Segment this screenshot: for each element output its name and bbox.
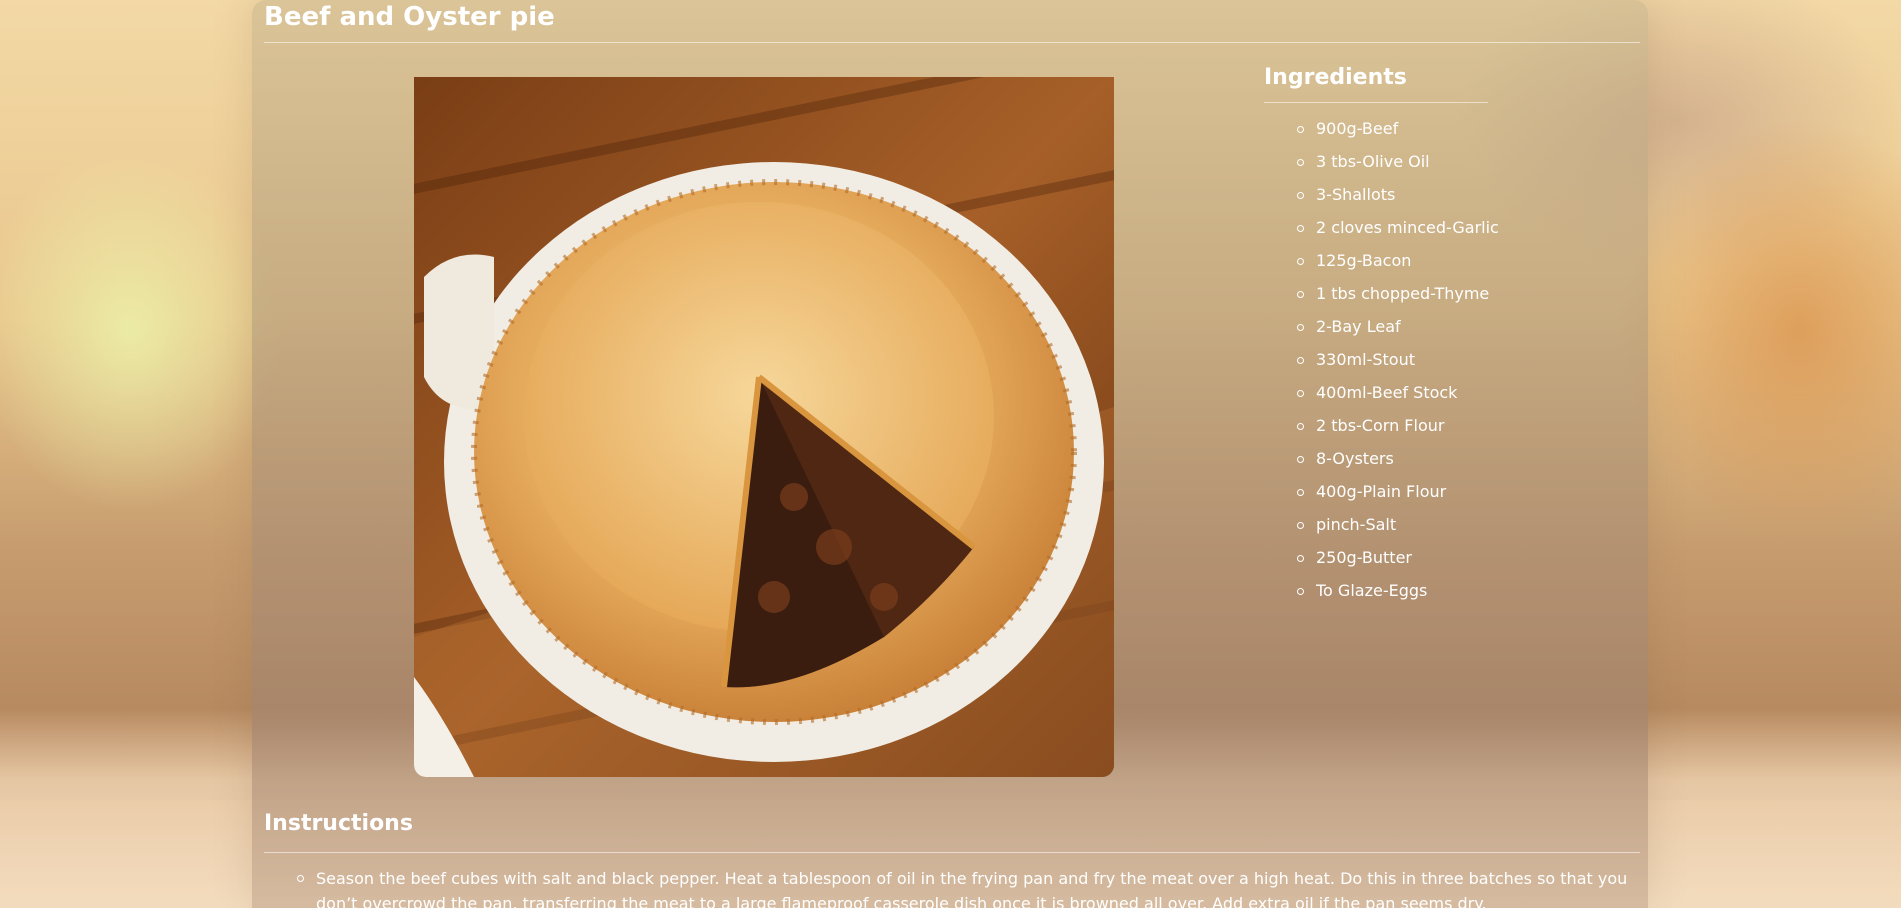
ingredient-item: 900g-Beef [1297, 117, 1500, 150]
ingredients-panel: Ingredients 900g-Beef 3 tbs-Olive Oil 3-… [1264, 60, 1500, 612]
recipe-photo [414, 77, 1114, 777]
ingredient-item: 2 tbs-Corn Flour [1297, 414, 1500, 447]
ingredients-divider [1264, 102, 1488, 103]
instructions-section: Instructions Season the beef cubes with … [264, 806, 1640, 908]
pie-illustration [414, 77, 1114, 777]
ingredients-heading: Ingredients [1264, 65, 1407, 90]
instructions-divider [264, 852, 1640, 853]
ingredient-item: 3 tbs-Olive Oil [1297, 150, 1500, 183]
ingredient-item: 400ml-Beef Stock [1297, 381, 1500, 414]
instruction-step: Season the beef cubes with salt and blac… [297, 866, 1640, 908]
instructions-list: Season the beef cubes with salt and blac… [264, 866, 1640, 908]
ingredient-item: 125g-Bacon [1297, 249, 1500, 282]
ingredient-item: 330ml-Stout [1297, 348, 1500, 381]
ingredients-list: 900g-Beef 3 tbs-Olive Oil 3-Shallots 2 c… [1264, 117, 1500, 612]
instructions-heading: Instructions [264, 811, 413, 836]
title-divider [264, 42, 1640, 43]
ingredient-item: 250g-Butter [1297, 546, 1500, 579]
ingredient-item: 3-Shallots [1297, 183, 1500, 216]
ingredient-item: 400g-Plain Flour [1297, 480, 1500, 513]
ingredient-item: 2-Bay Leaf [1297, 315, 1500, 348]
recipe-title: Beef and Oyster pie [264, 2, 555, 32]
ingredient-item: 2 cloves minced-Garlic [1297, 216, 1500, 249]
recipe-card: Beef and Oyster pie Ingredients 900g-Bee… [252, 0, 1648, 908]
ingredient-item: pinch-Salt [1297, 513, 1500, 546]
ingredient-item: To Glaze-Eggs [1297, 579, 1500, 612]
ingredient-item: 1 tbs chopped-Thyme [1297, 282, 1500, 315]
ingredient-item: 8-Oysters [1297, 447, 1500, 480]
